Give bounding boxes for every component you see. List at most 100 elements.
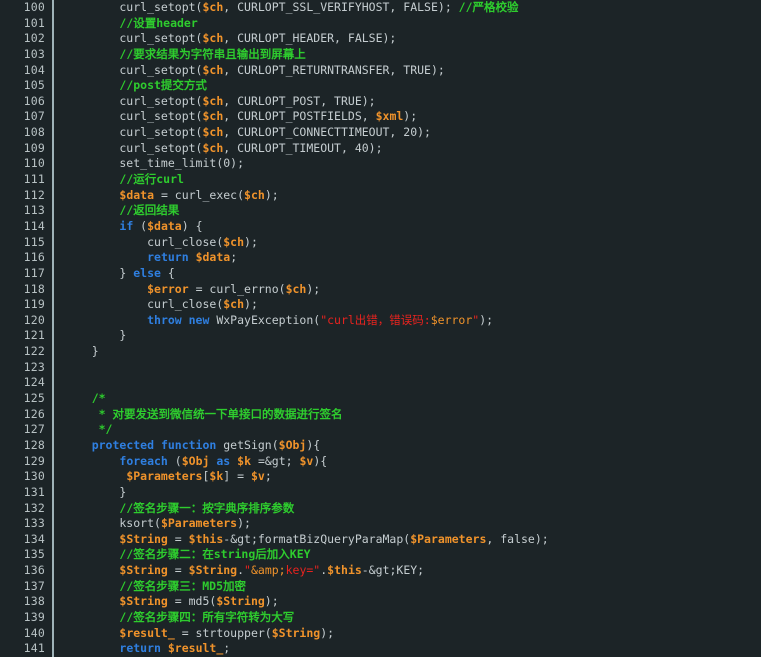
code-line-content[interactable]: //签名步骤二：在string后加入KEY (53, 547, 761, 564)
code-line-content[interactable]: //要求结果为字符串且输出到屏幕上 (53, 46, 761, 63)
code-line-content[interactable]: //运行curl (53, 172, 761, 188)
code-line-content[interactable] (53, 359, 761, 376)
token-var: $String (119, 531, 168, 546)
code-line-content[interactable]: //签名步骤一：按字典序排序参数 (53, 500, 761, 517)
code-line[interactable]: 100 curl_setopt($ch, CURLOPT_SSL_VERIFYH… (0, 0, 761, 16)
code-line[interactable]: 138 $String = md5($String); (0, 594, 761, 610)
code-line[interactable]: 118 $error = curl_errno($ch); (0, 281, 761, 298)
code-line[interactable]: 107 curl_setopt($ch, CURLOPT_POSTFIELDS,… (0, 109, 761, 126)
code-line[interactable]: 119 curl_close($ch); (0, 297, 761, 313)
code-line[interactable]: 124 (0, 375, 761, 392)
code-line[interactable]: 130 $Parameters[$k] = $v; (0, 469, 761, 485)
token-plain: curl_setopt( (64, 62, 203, 77)
code-line-content[interactable]: */ (53, 422, 761, 438)
code-line[interactable]: 115 curl_close($ch); (0, 234, 761, 251)
code-line[interactable]: 140 $result_ = strtoupper($String); (0, 625, 761, 642)
code-line-content[interactable]: $data = curl_exec($ch); (53, 187, 761, 204)
code-line-content[interactable]: curl_setopt($ch, CURLOPT_TIMEOUT, 40); (53, 140, 761, 157)
code-line[interactable]: 132 //签名步骤一：按字典序排序参数 (0, 500, 761, 517)
code-line-content[interactable] (53, 375, 761, 392)
token-var: $String (216, 594, 265, 609)
code-line-content[interactable]: return $data; (53, 250, 761, 266)
code-line-content[interactable]: curl_setopt($ch, CURLOPT_POST, TRUE); (53, 93, 761, 110)
code-line[interactable]: 117 } else { (0, 265, 761, 282)
token-plain: ; (230, 250, 238, 265)
code-line-content[interactable]: if ($data) { (53, 218, 761, 235)
token-var: $ch (223, 297, 245, 312)
code-line[interactable]: 104 curl_setopt($ch, CURLOPT_RETURNTRANS… (0, 62, 761, 79)
code-line-content[interactable]: return $result_; (53, 641, 761, 657)
code-line[interactable]: 108 curl_setopt($ch, CURLOPT_CONNECTTIME… (0, 125, 761, 141)
code-line[interactable]: 116 return $data; (0, 250, 761, 266)
token-var: $Obj (181, 453, 210, 468)
token-var: $ch (202, 0, 224, 14)
code-line[interactable]: 131 } (0, 484, 761, 501)
line-number: 120 (0, 312, 54, 329)
code-line[interactable]: 106 curl_setopt($ch, CURLOPT_POST, TRUE)… (0, 93, 761, 110)
code-line-content[interactable]: curl_close($ch); (53, 297, 761, 313)
code-line[interactable]: 127 */ (0, 422, 761, 438)
token-plain: , CURLOPT_CONNECTTIMEOUT, 20); (223, 125, 431, 140)
code-line-content[interactable]: set_time_limit(0); (53, 156, 761, 173)
code-line[interactable]: 121 } (0, 328, 761, 345)
code-line[interactable]: 134 $String = $this-&gt;formatBizQueryPa… (0, 531, 761, 548)
code-line-content[interactable]: curl_setopt($ch, CURLOPT_HEADER, FALSE); (53, 31, 761, 47)
token-plain: curl_setopt( (64, 0, 203, 14)
code-line[interactable]: 101 //设置header (0, 15, 761, 32)
code-line[interactable]: 125 /* (0, 391, 761, 407)
code-line[interactable]: 112 $data = curl_exec($ch); (0, 187, 761, 204)
code-line-content[interactable]: //返回结果 (53, 203, 761, 219)
code-line-content[interactable]: $String = $String."&amp;key=".$this-&gt;… (53, 563, 761, 579)
code-line-content[interactable]: //签名步骤四：所有字符转为大写 (53, 609, 761, 626)
code-line[interactable]: 110 set_time_limit(0); (0, 156, 761, 173)
code-line-content[interactable]: /* (53, 391, 761, 407)
code-line[interactable]: 111 //运行curl (0, 172, 761, 188)
code-line-content[interactable]: } (53, 328, 761, 345)
code-line[interactable]: 133 ksort($Parameters); (0, 516, 761, 532)
code-line-content[interactable]: } (53, 344, 761, 360)
token-comment: //运行curl (119, 172, 184, 187)
code-line[interactable]: 141 return $result_; (0, 641, 761, 657)
code-line-content[interactable]: //post提交方式 (53, 78, 761, 94)
code-line[interactable]: 126 * 对要发送到微信统一下单接口的数据进行签名 (0, 406, 761, 423)
code-line-content[interactable]: //签名步骤三：MD5加密 (53, 578, 761, 595)
code-line[interactable]: 114 if ($data) { (0, 218, 761, 235)
code-line-content[interactable]: curl_setopt($ch, CURLOPT_SSL_VERIFYHOST,… (53, 0, 761, 16)
code-line-content[interactable]: curl_close($ch); (53, 234, 761, 251)
code-line[interactable]: 113 //返回结果 (0, 203, 761, 219)
code-line-content[interactable]: curl_setopt($ch, CURLOPT_RETURNTRANSFER,… (53, 62, 761, 79)
token-plain: ( (167, 453, 182, 468)
code-viewer[interactable]: 100 curl_setopt($ch, CURLOPT_SSL_VERIFYH… (0, 0, 765, 657)
code-line-content[interactable]: } (53, 484, 761, 501)
code-line-content[interactable]: ksort($Parameters); (53, 516, 761, 532)
code-line[interactable]: 120 throw new WxPayException("curl出错，错误码… (0, 312, 761, 329)
code-line-content[interactable]: curl_setopt($ch, CURLOPT_POSTFIELDS, $xm… (53, 109, 761, 126)
code-line-content[interactable]: $result_ = strtoupper($String); (53, 625, 761, 642)
code-line[interactable]: 139 //签名步骤四：所有字符转为大写 (0, 609, 761, 626)
code-line-content[interactable]: //设置header (53, 15, 761, 32)
code-line[interactable]: 103 //要求结果为字符串且输出到屏幕上 (0, 46, 761, 63)
token-plain: } (64, 484, 127, 499)
code-line-content[interactable]: protected function getSign($Obj){ (53, 437, 761, 454)
code-line-content[interactable]: * 对要发送到微信统一下单接口的数据进行签名 (53, 406, 761, 423)
token-var: $ch (202, 31, 224, 46)
code-line-content[interactable]: } else { (53, 265, 761, 282)
code-line-content[interactable]: throw new WxPayException("curl出错，错误码:$er… (53, 312, 761, 329)
code-line-content[interactable]: curl_setopt($ch, CURLOPT_CONNECTTIMEOUT,… (53, 125, 761, 141)
code-line[interactable]: 137 //签名步骤三：MD5加密 (0, 578, 761, 595)
code-line[interactable]: 123 (0, 359, 761, 376)
code-line[interactable]: 109 curl_setopt($ch, CURLOPT_TIMEOUT, 40… (0, 140, 761, 157)
code-line-content[interactable]: $Parameters[$k] = $v; (53, 469, 761, 485)
code-line-content[interactable]: $String = $this-&gt;formatBizQueryParaMa… (53, 531, 761, 548)
code-line[interactable]: 135 //签名步骤二：在string后加入KEY (0, 547, 761, 564)
code-line[interactable]: 128 protected function getSign($Obj){ (0, 437, 761, 454)
code-line[interactable]: 129 foreach ($Obj as $k =&gt; $v){ (0, 453, 761, 470)
code-line[interactable]: 122 } (0, 344, 761, 360)
code-line[interactable]: 136 $String = $String."&amp;key=".$this-… (0, 563, 761, 579)
code-line[interactable]: 102 curl_setopt($ch, CURLOPT_HEADER, FAL… (0, 31, 761, 47)
code-line-content[interactable]: $error = curl_errno($ch); (53, 281, 761, 298)
code-line-content[interactable]: foreach ($Obj as $k =&gt; $v){ (53, 453, 761, 470)
code-line-content[interactable]: $String = md5($String); (53, 594, 761, 610)
code-line[interactable]: 105 //post提交方式 (0, 78, 761, 94)
